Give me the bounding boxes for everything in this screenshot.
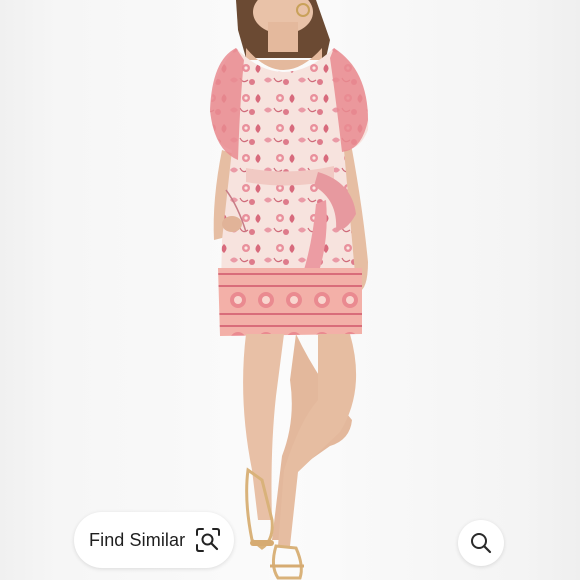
- search-icon: [469, 531, 493, 555]
- visual-search-icon: [195, 527, 221, 553]
- search-button[interactable]: [458, 520, 504, 566]
- find-similar-label: Find Similar: [89, 529, 186, 550]
- product-photo[interactable]: [0, 0, 580, 580]
- find-similar-button[interactable]: Find Similar: [74, 512, 234, 568]
- model-figure: [210, 0, 369, 580]
